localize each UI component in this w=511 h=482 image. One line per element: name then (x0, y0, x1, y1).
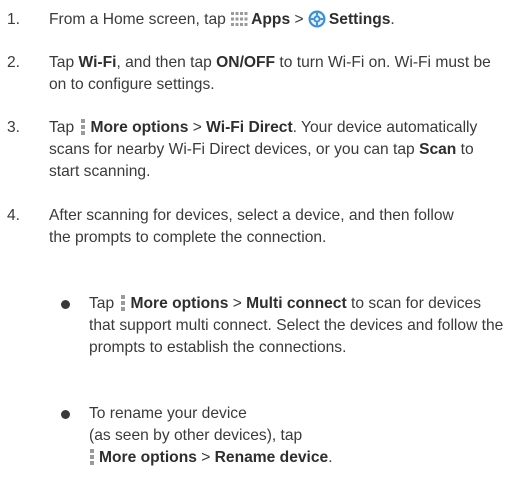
scan-label: Scan (419, 141, 457, 158)
step-number: 3. (7, 119, 21, 136)
bullet-text-line: To rename your device (89, 405, 247, 422)
rename-device-label: Rename device (214, 449, 329, 466)
bullet-dot (61, 410, 70, 419)
settings-label: Settings (328, 11, 391, 28)
settings-gear-icon (308, 10, 326, 28)
step-text: After scanning for devices, select a dev… (49, 207, 454, 246)
wifi-label: Wi-Fi (78, 54, 117, 71)
step-number: 4. (7, 207, 21, 224)
separator: > (290, 11, 308, 28)
separator: > (196, 449, 215, 466)
step-text-part: , and then tap (116, 54, 217, 71)
bullet-text-part: . (328, 449, 333, 466)
more-options-icon (81, 119, 86, 135)
step-number: 1. (7, 11, 21, 28)
step-text-part: From a Home screen, tap (49, 11, 231, 28)
separator: > (228, 295, 247, 312)
more-options-icon (121, 295, 126, 311)
on-off-label: ON/OFF (216, 54, 276, 71)
step-text: Tap Wi-Fi, and then tap ON/OFF to turn W… (49, 52, 507, 96)
bullet-text-line: (as seen by other devices), tap (89, 427, 303, 444)
apps-label: Apps (251, 11, 291, 28)
step-text-part: Tap (49, 54, 79, 71)
step-number: 2. (7, 54, 21, 71)
apps-grid-icon (231, 12, 248, 26)
step-text: From a Home screen, tap Apps > Settings. (49, 9, 507, 31)
bullet-text-part: Tap (89, 295, 119, 312)
step-text-part: Tap (49, 119, 79, 136)
more-options-label: More options (99, 449, 197, 466)
separator: > (188, 119, 207, 136)
bullet-dot (61, 300, 70, 309)
step-text-part: . (390, 11, 395, 28)
bullet-text: Tap More options > Multi connect to scan… (89, 293, 505, 359)
wifi-direct-label: Wi-Fi Direct (206, 119, 293, 136)
more-options-label: More options (90, 119, 189, 136)
bullet-text: To rename your device (as seen by other d… (89, 403, 507, 469)
step-text: Tap More options > Wi-Fi Direct. Your de… (49, 117, 507, 183)
more-options-label: More options (130, 295, 229, 312)
bullet-text-line: More options > Rename device. (89, 447, 507, 469)
more-options-icon (90, 449, 94, 465)
multi-connect-label: Multi connect (246, 295, 347, 312)
instructions-document: 1. From a Home screen, tap Apps > Settin… (0, 0, 511, 482)
